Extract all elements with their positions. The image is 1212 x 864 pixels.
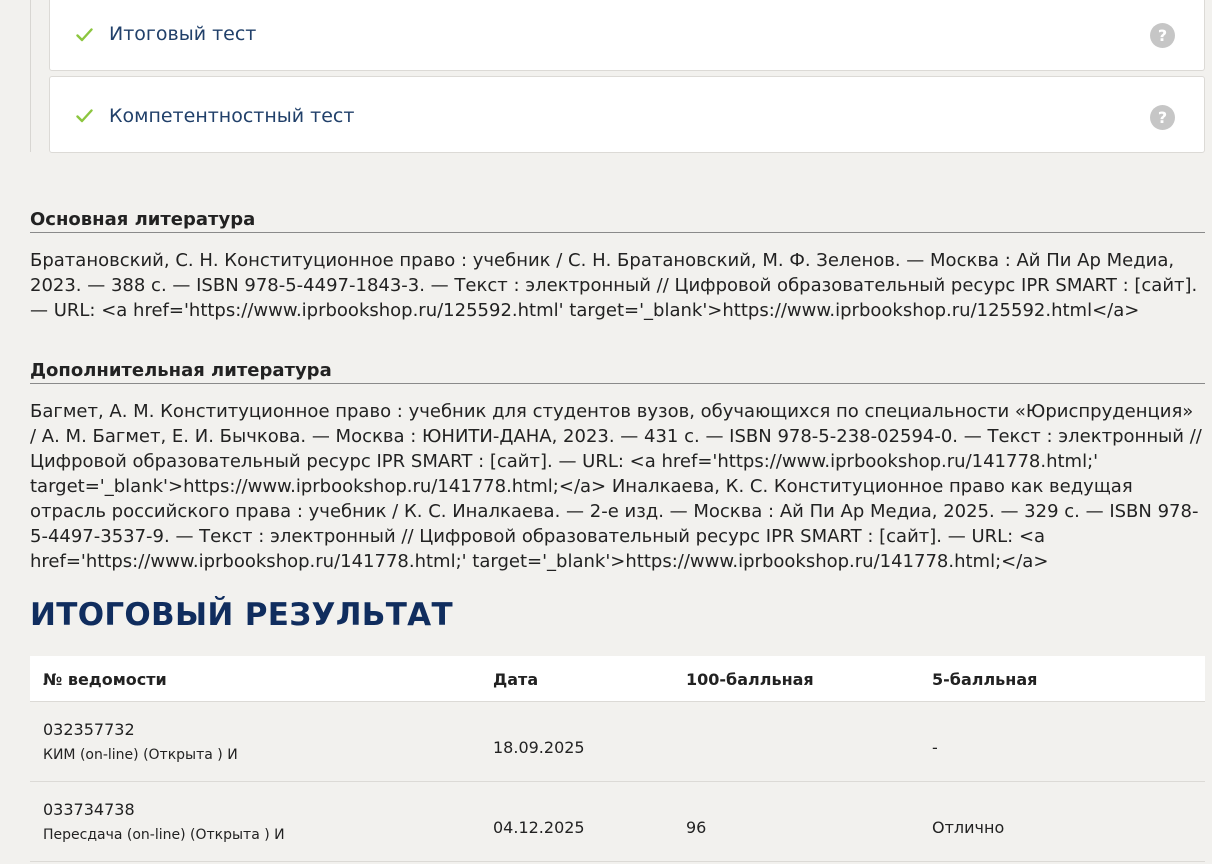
result-heading: ИТОГОВЫЙ РЕЗУЛЬТАТ bbox=[30, 597, 453, 633]
score-5: Отлично bbox=[932, 818, 1005, 837]
main-literature-heading: Основная литература bbox=[30, 209, 1205, 233]
record-number: 033734738 bbox=[43, 800, 135, 819]
column-header: 5-балльная bbox=[932, 670, 1038, 689]
test-card-final[interactable]: Итоговый тест ? bbox=[49, 0, 1205, 71]
test-title[interactable]: Компетентностный тест bbox=[109, 105, 354, 127]
help-icon[interactable]: ? bbox=[1150, 23, 1175, 48]
record-type: Пересдача (on-line) (Открыта ) И bbox=[43, 827, 285, 843]
column-header: 100-балльная bbox=[686, 670, 814, 689]
test-title[interactable]: Итоговый тест bbox=[109, 23, 256, 45]
page: Итоговый тест ? Компетентностный тест ? … bbox=[0, 0, 1212, 864]
table-row: 033734738 Пересдача (on-line) (Открыта )… bbox=[30, 782, 1205, 862]
tests-left-rule bbox=[30, 0, 31, 152]
extra-literature-heading: Дополнительная литература bbox=[30, 360, 1205, 384]
test-card-competence[interactable]: Компетентностный тест ? bbox=[49, 76, 1205, 153]
help-icon[interactable]: ? bbox=[1150, 105, 1175, 130]
table-row: 032357732 КИМ (on-line) (Открыта ) И 18.… bbox=[30, 702, 1205, 782]
record-number: 032357732 bbox=[43, 720, 135, 739]
record-date: 04.12.2025 bbox=[493, 818, 585, 837]
check-icon bbox=[76, 109, 93, 123]
column-header: Дата bbox=[493, 670, 539, 689]
score-5: - bbox=[932, 738, 938, 757]
table-header: № ведомости Дата 100-балльная 5-балльная bbox=[30, 656, 1205, 702]
result-table: № ведомости Дата 100-балльная 5-балльная… bbox=[30, 656, 1205, 864]
main-literature-text: Братановский, С. Н. Конституционное прав… bbox=[30, 250, 1198, 321]
score-100: 96 bbox=[686, 818, 707, 837]
extra-literature-text: Багмет, А. М. Конституционное право : уч… bbox=[30, 401, 1202, 572]
check-icon bbox=[76, 28, 93, 42]
record-type: КИМ (on-line) (Открыта ) И bbox=[43, 747, 238, 763]
record-date: 18.09.2025 bbox=[493, 738, 585, 757]
column-header: № ведомости bbox=[43, 670, 167, 689]
